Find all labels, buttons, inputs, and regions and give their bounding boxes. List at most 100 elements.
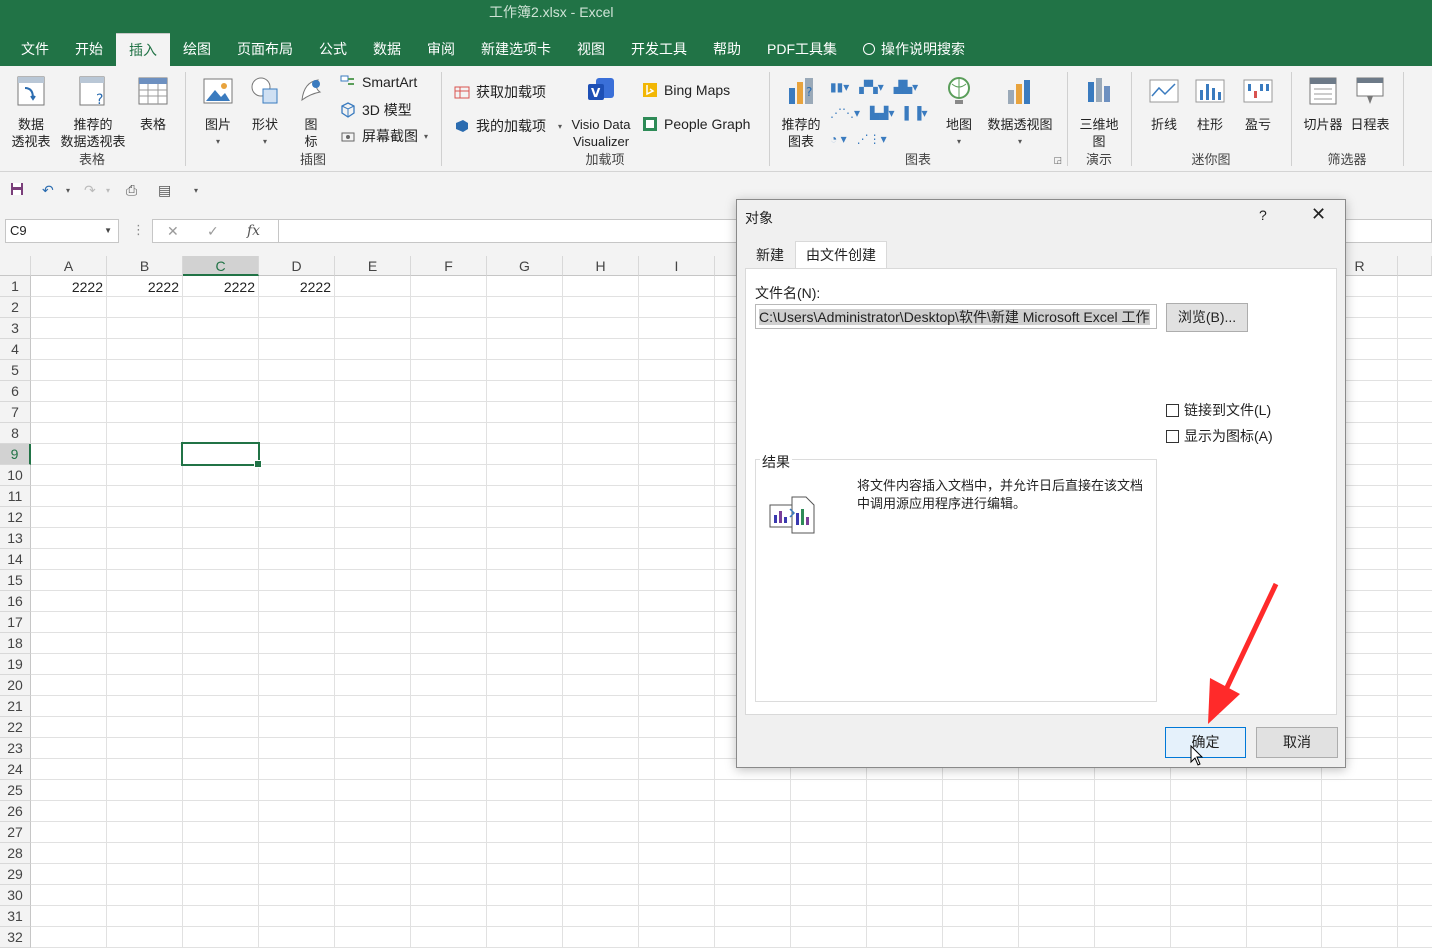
row-header-3[interactable]: 3 xyxy=(0,318,31,339)
tab-view[interactable]: 视图 xyxy=(564,33,618,66)
tab-formulas[interactable]: 公式 xyxy=(306,33,360,66)
tab-home[interactable]: 开始 xyxy=(62,33,116,66)
redo-dropdown-icon[interactable]: ▾ xyxy=(106,186,110,195)
row-header-22[interactable]: 22 xyxy=(0,717,31,738)
screenshot-button[interactable]: 屏幕截图 ▾ xyxy=(340,126,428,146)
tab-help[interactable]: 帮助 xyxy=(700,33,754,66)
cell-a1[interactable]: 2222 xyxy=(31,277,107,298)
filename-field[interactable]: C:\Users\Administrator\Desktop\软件\新建 Mic… xyxy=(755,304,1157,329)
cancel-icon[interactable]: ✕ xyxy=(167,223,179,240)
get-addins-button[interactable]: 获取加载项 xyxy=(454,82,546,102)
table-button[interactable]: 表格 xyxy=(134,74,172,133)
slicer-button[interactable]: 切片器 xyxy=(1302,74,1344,133)
row-header-24[interactable]: 24 xyxy=(0,759,31,780)
undo-dropdown-icon[interactable]: ▾ xyxy=(66,186,70,195)
chart-type-gallery[interactable]: ▮▮▾ ▞▚▾ ▟▙▾ ⋰⋱▾ ▙▟▾ ▌▐▾ ◔ ▾ ⋰⋮▾ xyxy=(830,74,928,152)
sparkline-winloss-button[interactable]: 盈亏 xyxy=(1238,74,1278,133)
smartart-button[interactable]: SmartArt xyxy=(340,74,417,90)
3d-map-button[interactable]: 三维地 图 xyxy=(1076,74,1122,150)
print-preview-icon[interactable]: ⎙ xyxy=(126,182,137,199)
cell-d1[interactable]: 2222 xyxy=(259,277,335,298)
row-header-19[interactable]: 19 xyxy=(0,654,31,675)
row-header-23[interactable]: 23 xyxy=(0,738,31,759)
tab-create-new[interactable]: 新建 xyxy=(745,241,795,269)
row-header-31[interactable]: 31 xyxy=(0,906,31,927)
recommended-pivot-button[interactable]: ? 推荐的 数据透视表 xyxy=(58,74,128,150)
column-header-c[interactable]: C xyxy=(183,256,259,276)
select-all-corner[interactable] xyxy=(0,256,31,276)
column-header-e[interactable]: E xyxy=(335,256,411,276)
shapes-button[interactable]: 形状 ▾ xyxy=(246,74,284,150)
row-header-30[interactable]: 30 xyxy=(0,885,31,906)
column-header-s[interactable] xyxy=(1398,256,1432,276)
sparkline-column-button[interactable]: 柱形 xyxy=(1192,74,1228,133)
people-graph-button[interactable]: People Graph xyxy=(642,116,750,132)
row-header-1[interactable]: 1 xyxy=(0,276,31,297)
customize-qat-icon[interactable]: ▾ xyxy=(194,186,198,195)
row-header-12[interactable]: 12 xyxy=(0,507,31,528)
tab-new[interactable]: 新建选项卡 xyxy=(468,33,564,66)
tab-pdf[interactable]: PDF工具集 xyxy=(754,33,850,66)
visio-button[interactable]: V Visio Data Visualizer xyxy=(568,74,634,150)
link-to-file-checkbox[interactable]: 链接到文件(L) xyxy=(1166,400,1271,420)
row-header-9[interactable]: 9 xyxy=(0,444,31,465)
pivot-table-button[interactable]: 数据 透视表 xyxy=(6,74,56,150)
tab-insert[interactable]: 插入 xyxy=(116,33,170,66)
cell-b1[interactable]: 2222 xyxy=(107,277,183,298)
row-header-32[interactable]: 32 xyxy=(0,927,31,948)
close-icon[interactable]: ✕ xyxy=(1311,204,1326,225)
row-header-7[interactable]: 7 xyxy=(0,402,31,423)
display-as-icon-checkbox[interactable]: 显示为图标(A) xyxy=(1166,426,1273,446)
row-header-10[interactable]: 10 xyxy=(0,465,31,486)
recommended-charts-button[interactable]: ? 推荐的 图表 xyxy=(778,74,824,150)
timeline-button[interactable]: 日程表 xyxy=(1348,74,1392,133)
row-header-25[interactable]: 25 xyxy=(0,780,31,801)
row-header-8[interactable]: 8 xyxy=(0,423,31,444)
browse-button[interactable]: 浏览(B)... xyxy=(1166,303,1248,332)
help-icon[interactable]: ? xyxy=(1259,207,1267,223)
column-header-f[interactable]: F xyxy=(411,256,487,276)
tab-create-from-file[interactable]: 由文件创建 xyxy=(795,241,887,269)
row-header-5[interactable]: 5 xyxy=(0,360,31,381)
row-header-14[interactable]: 14 xyxy=(0,549,31,570)
redo-icon[interactable]: ↷ xyxy=(84,182,96,199)
tell-me-search[interactable]: 操作说明搜索 xyxy=(850,33,978,66)
tab-developer[interactable]: 开发工具 xyxy=(618,33,700,66)
row-header-18[interactable]: 18 xyxy=(0,633,31,654)
form-icon[interactable]: ▤ xyxy=(158,182,171,199)
row-header-2[interactable]: 2 xyxy=(0,297,31,318)
tab-file[interactable]: 文件 xyxy=(8,33,62,66)
more-options-icon[interactable]: ⋮ xyxy=(132,222,145,238)
cancel-button[interactable]: 取消 xyxy=(1256,727,1338,758)
tab-page-layout[interactable]: 页面布局 xyxy=(224,33,306,66)
tab-data[interactable]: 数据 xyxy=(360,33,414,66)
row-header-16[interactable]: 16 xyxy=(0,591,31,612)
tab-draw[interactable]: 绘图 xyxy=(170,33,224,66)
column-header-g[interactable]: G xyxy=(487,256,563,276)
maps-button[interactable]: 地图 ▾ xyxy=(942,74,976,150)
row-header-13[interactable]: 13 xyxy=(0,528,31,549)
row-header-28[interactable]: 28 xyxy=(0,843,31,864)
enter-icon[interactable]: ✓ xyxy=(207,223,219,240)
row-header-6[interactable]: 6 xyxy=(0,381,31,402)
row-header-21[interactable]: 21 xyxy=(0,696,31,717)
row-header-26[interactable]: 26 xyxy=(0,801,31,822)
3d-model-button[interactable]: 3D 模型 xyxy=(340,100,412,120)
undo-icon[interactable]: ↶ xyxy=(42,182,54,199)
name-box[interactable]: C9 ▼ xyxy=(5,219,119,243)
column-header-b[interactable]: B xyxy=(107,256,183,276)
column-header-h[interactable]: H xyxy=(563,256,639,276)
column-header-i[interactable]: I xyxy=(639,256,715,276)
bing-maps-button[interactable]: Bing Maps xyxy=(642,82,730,98)
insert-function-icon[interactable]: fx xyxy=(247,223,260,239)
row-header-15[interactable]: 15 xyxy=(0,570,31,591)
icons-button[interactable]: 图 标 xyxy=(294,74,328,150)
row-header-29[interactable]: 29 xyxy=(0,864,31,885)
row-header-27[interactable]: 27 xyxy=(0,822,31,843)
active-cell-c9[interactable] xyxy=(181,442,262,468)
cell-c1[interactable]: 2222 xyxy=(183,277,259,298)
pivot-chart-button[interactable]: 数据透视图 ▾ xyxy=(984,74,1056,150)
sparkline-line-button[interactable]: 折线 xyxy=(1146,74,1182,133)
column-header-d[interactable]: D xyxy=(259,256,335,276)
ok-button[interactable]: 确定 xyxy=(1165,727,1246,758)
